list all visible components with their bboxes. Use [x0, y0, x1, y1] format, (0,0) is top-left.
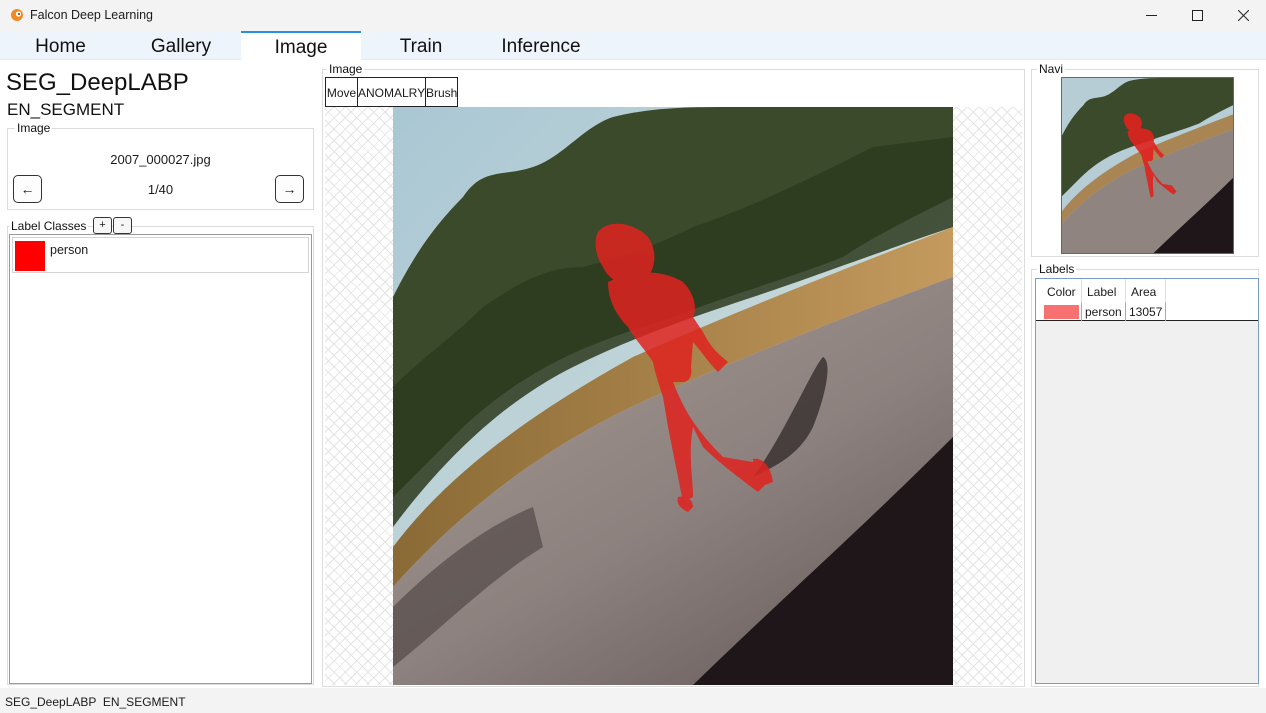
- image-group-legend: Image: [15, 121, 53, 135]
- image-counter: 1/40: [147, 182, 174, 197]
- maximize-button[interactable]: [1174, 0, 1220, 31]
- title-bar: Falcon Deep Learning: [0, 0, 1266, 31]
- image-viewer-group: Image Move ANOMALRY Brush: [322, 62, 1025, 687]
- move-tool-button[interactable]: Move: [325, 77, 358, 107]
- class-item-person[interactable]: person: [12, 237, 309, 273]
- tab-train[interactable]: Train: [361, 31, 481, 60]
- row-area-cell: 13057: [1126, 303, 1166, 321]
- tab-gallery[interactable]: Gallery: [121, 31, 241, 60]
- brush-tool-button[interactable]: Brush: [425, 77, 458, 107]
- next-image-button[interactable]: →: [275, 175, 304, 203]
- maximize-icon: [1191, 10, 1203, 21]
- column-header-color[interactable]: Color: [1042, 279, 1082, 303]
- column-header-area[interactable]: Area: [1126, 279, 1166, 303]
- anomaly-tool-button[interactable]: ANOMALRY: [358, 77, 426, 107]
- project-type: EN_SEGMENT: [7, 100, 125, 119]
- label-classes-group: Label Classes + - person: [7, 217, 314, 685]
- column-header-label[interactable]: Label: [1082, 279, 1126, 303]
- thumbnail-render: [1062, 78, 1233, 253]
- class-list[interactable]: person: [9, 234, 312, 684]
- label-classes-legend: Label Classes: [9, 219, 89, 233]
- viewer-legend: Image: [327, 62, 365, 76]
- class-color-swatch: [15, 241, 45, 271]
- minimize-icon: [1145, 15, 1157, 16]
- navigator-group: Navi: [1031, 62, 1259, 257]
- minimize-button[interactable]: [1128, 0, 1174, 31]
- labels-group: Labels Color Label Area person 13057: [1031, 262, 1259, 687]
- tab-inference[interactable]: Inference: [481, 31, 601, 60]
- falcon-app-icon: [11, 9, 23, 21]
- project-name: SEG_DeepLABP: [6, 69, 189, 96]
- status-text: SEG_DeepLABP EN_SEGMENT: [5, 695, 186, 709]
- row-color-cell: [1042, 303, 1082, 321]
- photo-render: [393, 107, 953, 685]
- close-icon: [1237, 10, 1249, 21]
- tab-home[interactable]: Home: [0, 31, 121, 60]
- main-tab-bar: Home Gallery Image Train Inference: [0, 31, 1266, 60]
- window-title: Falcon Deep Learning: [30, 8, 153, 22]
- add-class-button[interactable]: +: [93, 217, 112, 234]
- segmentation-image[interactable]: [393, 107, 953, 685]
- labels-table-header: Color Label Area: [1036, 279, 1258, 303]
- remove-class-button[interactable]: -: [113, 217, 132, 234]
- row-label-cell: person: [1082, 303, 1126, 321]
- labels-legend: Labels: [1037, 262, 1077, 276]
- close-button[interactable]: [1220, 0, 1266, 31]
- class-name: person: [50, 243, 89, 257]
- table-row[interactable]: person 13057: [1036, 303, 1258, 321]
- prev-image-button[interactable]: ←: [13, 175, 42, 203]
- tab-image[interactable]: Image: [241, 31, 361, 60]
- navigator-thumbnail[interactable]: [1061, 77, 1234, 254]
- image-canvas[interactable]: [325, 107, 1022, 685]
- left-panel: SEG_DeepLABP EN_SEGMENT Image 2007_00002…: [0, 60, 316, 688]
- navi-legend: Navi: [1037, 62, 1066, 76]
- row-color-swatch: [1044, 305, 1079, 319]
- labels-table[interactable]: Color Label Area person 13057: [1035, 278, 1259, 684]
- image-file-name: 2007_000027.jpg: [110, 152, 211, 167]
- image-info-group: Image 2007_000027.jpg 1/40 ← →: [7, 121, 314, 210]
- status-bar: SEG_DeepLABP EN_SEGMENT: [0, 688, 1266, 713]
